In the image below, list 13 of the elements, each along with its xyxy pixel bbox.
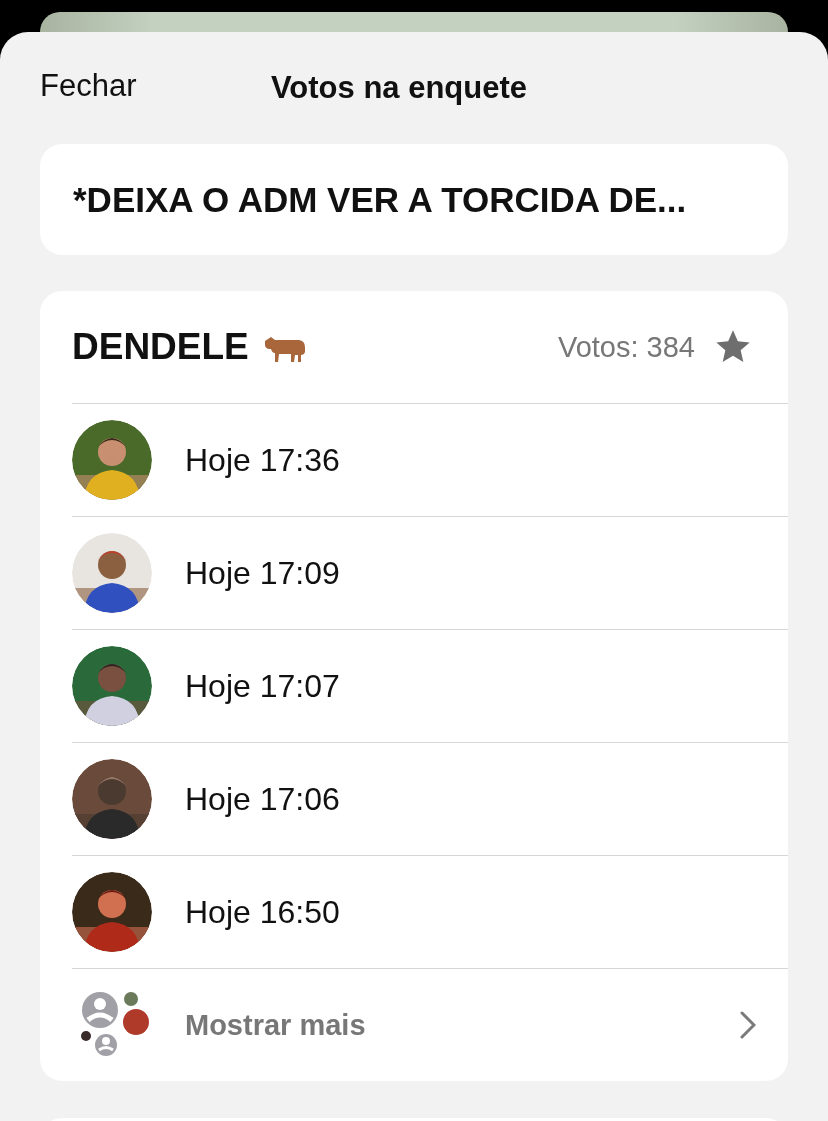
close-button[interactable]: Fechar xyxy=(40,68,137,104)
vote-time: Hoje 17:09 xyxy=(185,554,340,592)
question-text: *DEIXA O ADM VER A TORCIDA DE... xyxy=(73,179,687,220)
vote-time: Hoje 17:36 xyxy=(185,441,340,479)
vote-time: Hoje 17:07 xyxy=(185,667,340,705)
vote-time: Hoje 17:06 xyxy=(185,780,340,818)
show-more-row[interactable]: Mostrar mais xyxy=(72,969,788,1081)
sheet-title: Votos na enquete xyxy=(270,70,528,106)
vote-count: Votos: 384 xyxy=(557,330,695,364)
option-name: DENDELE xyxy=(72,326,249,368)
vote-time: Hoje 16:50 xyxy=(185,893,340,931)
chevron-icon xyxy=(740,1011,756,1039)
show-more-label: Mostrar mais xyxy=(185,1008,366,1042)
